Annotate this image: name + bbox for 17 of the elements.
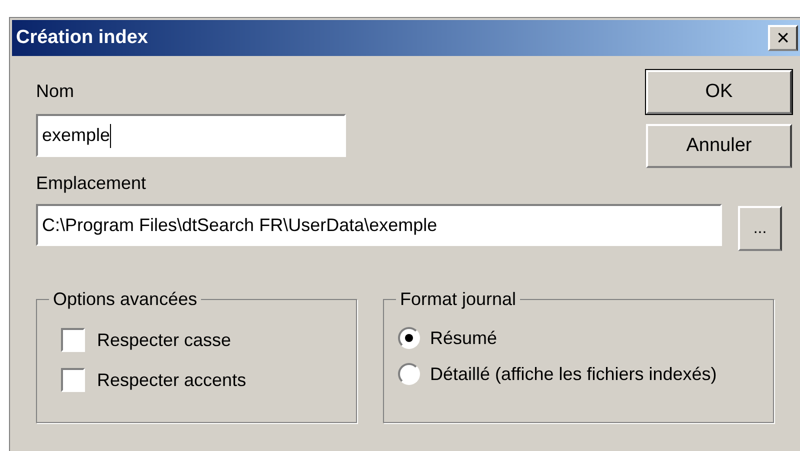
checkbox-label: Respecter accents — [97, 368, 246, 392]
cancel-button[interactable]: Annuler — [646, 124, 792, 168]
checkbox[interactable] — [61, 328, 85, 352]
close-button[interactable]: × — [768, 25, 798, 51]
radio-button[interactable] — [398, 363, 420, 385]
checkbox-label: Respecter casse — [97, 328, 232, 352]
name-field[interactable]: exemple — [36, 114, 346, 157]
location-field[interactable]: C:\Program Files\dtSearch FR\UserData\exemple — [36, 204, 722, 246]
checkbox[interactable] — [61, 368, 85, 392]
field-label: Nom — [36, 80, 76, 102]
radio-label: Résumé — [430, 326, 498, 350]
ok-button[interactable]: OK — [646, 70, 792, 114]
browse-button[interactable]: ... — [738, 206, 782, 251]
radio-label: Détaillé (affiche les fichiers indexés) — [430, 362, 717, 386]
window-title: Création index — [16, 26, 148, 50]
radio-button[interactable] — [398, 327, 420, 349]
field-label: Emplacement — [36, 172, 148, 194]
